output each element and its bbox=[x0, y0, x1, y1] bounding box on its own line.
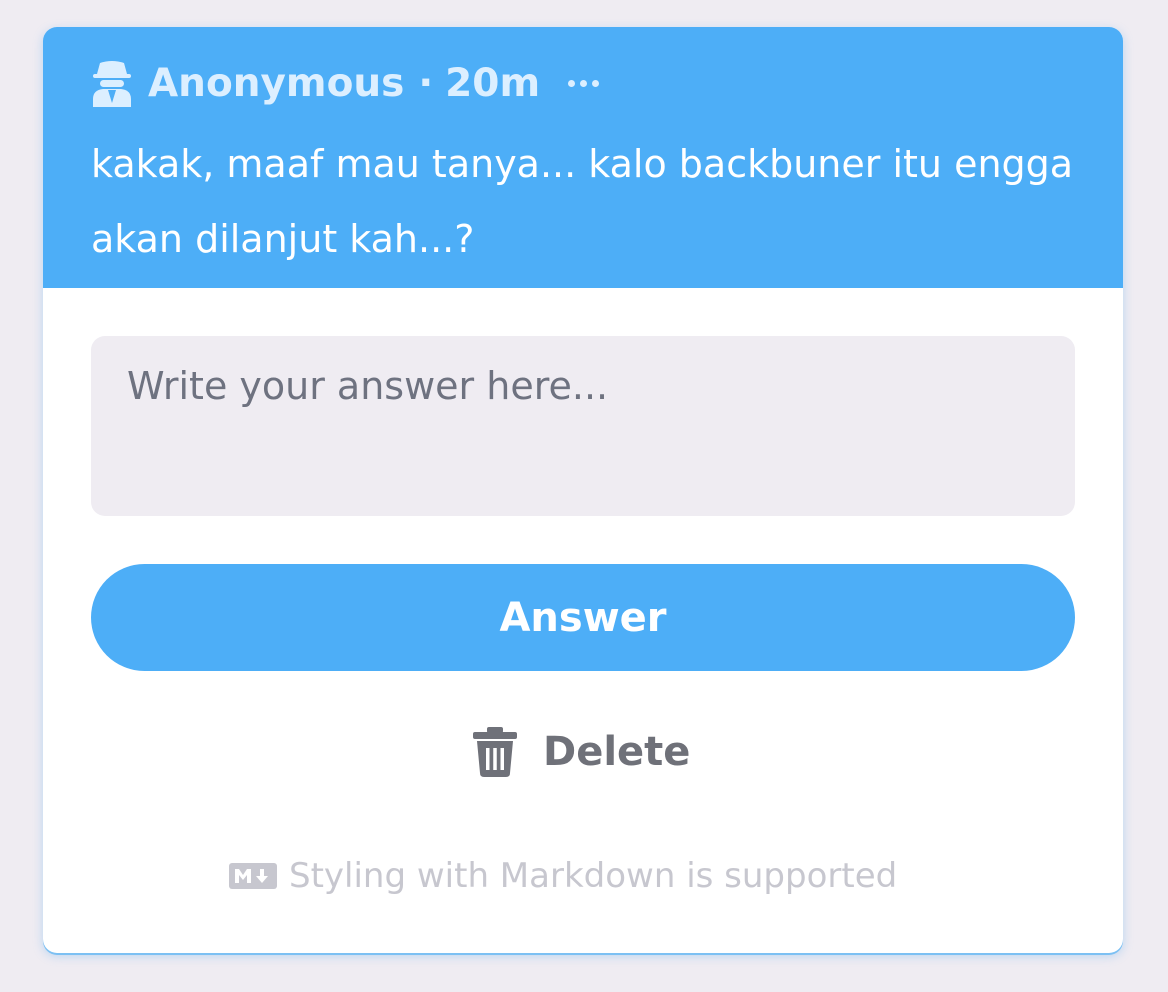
question-card: Anonymous · 20m kakak, maaf mau tanya...… bbox=[43, 27, 1123, 953]
question-meta: Anonymous · 20m bbox=[91, 55, 600, 111]
trash-icon bbox=[473, 727, 517, 777]
more-horizontal-icon[interactable] bbox=[568, 73, 600, 93]
timestamp: 20m bbox=[445, 60, 541, 106]
markdown-hint: Styling with Markdown is supported bbox=[229, 853, 897, 899]
markdown-icon bbox=[229, 863, 277, 889]
delete-label: Delete bbox=[543, 729, 691, 775]
question-text: kakak, maaf mau tanya... kalo backbuner … bbox=[91, 142, 1074, 261]
meta-separator: · bbox=[418, 60, 434, 106]
markdown-note: Styling with Markdown is supported bbox=[289, 856, 898, 896]
author-name: Anonymous bbox=[148, 60, 405, 106]
answer-button[interactable]: Answer bbox=[91, 564, 1075, 671]
answer-input[interactable] bbox=[91, 336, 1075, 516]
delete-button[interactable]: Delete bbox=[473, 722, 690, 782]
question-header: Anonymous · 20m kakak, maaf mau tanya...… bbox=[43, 27, 1123, 288]
spy-icon bbox=[93, 61, 131, 107]
